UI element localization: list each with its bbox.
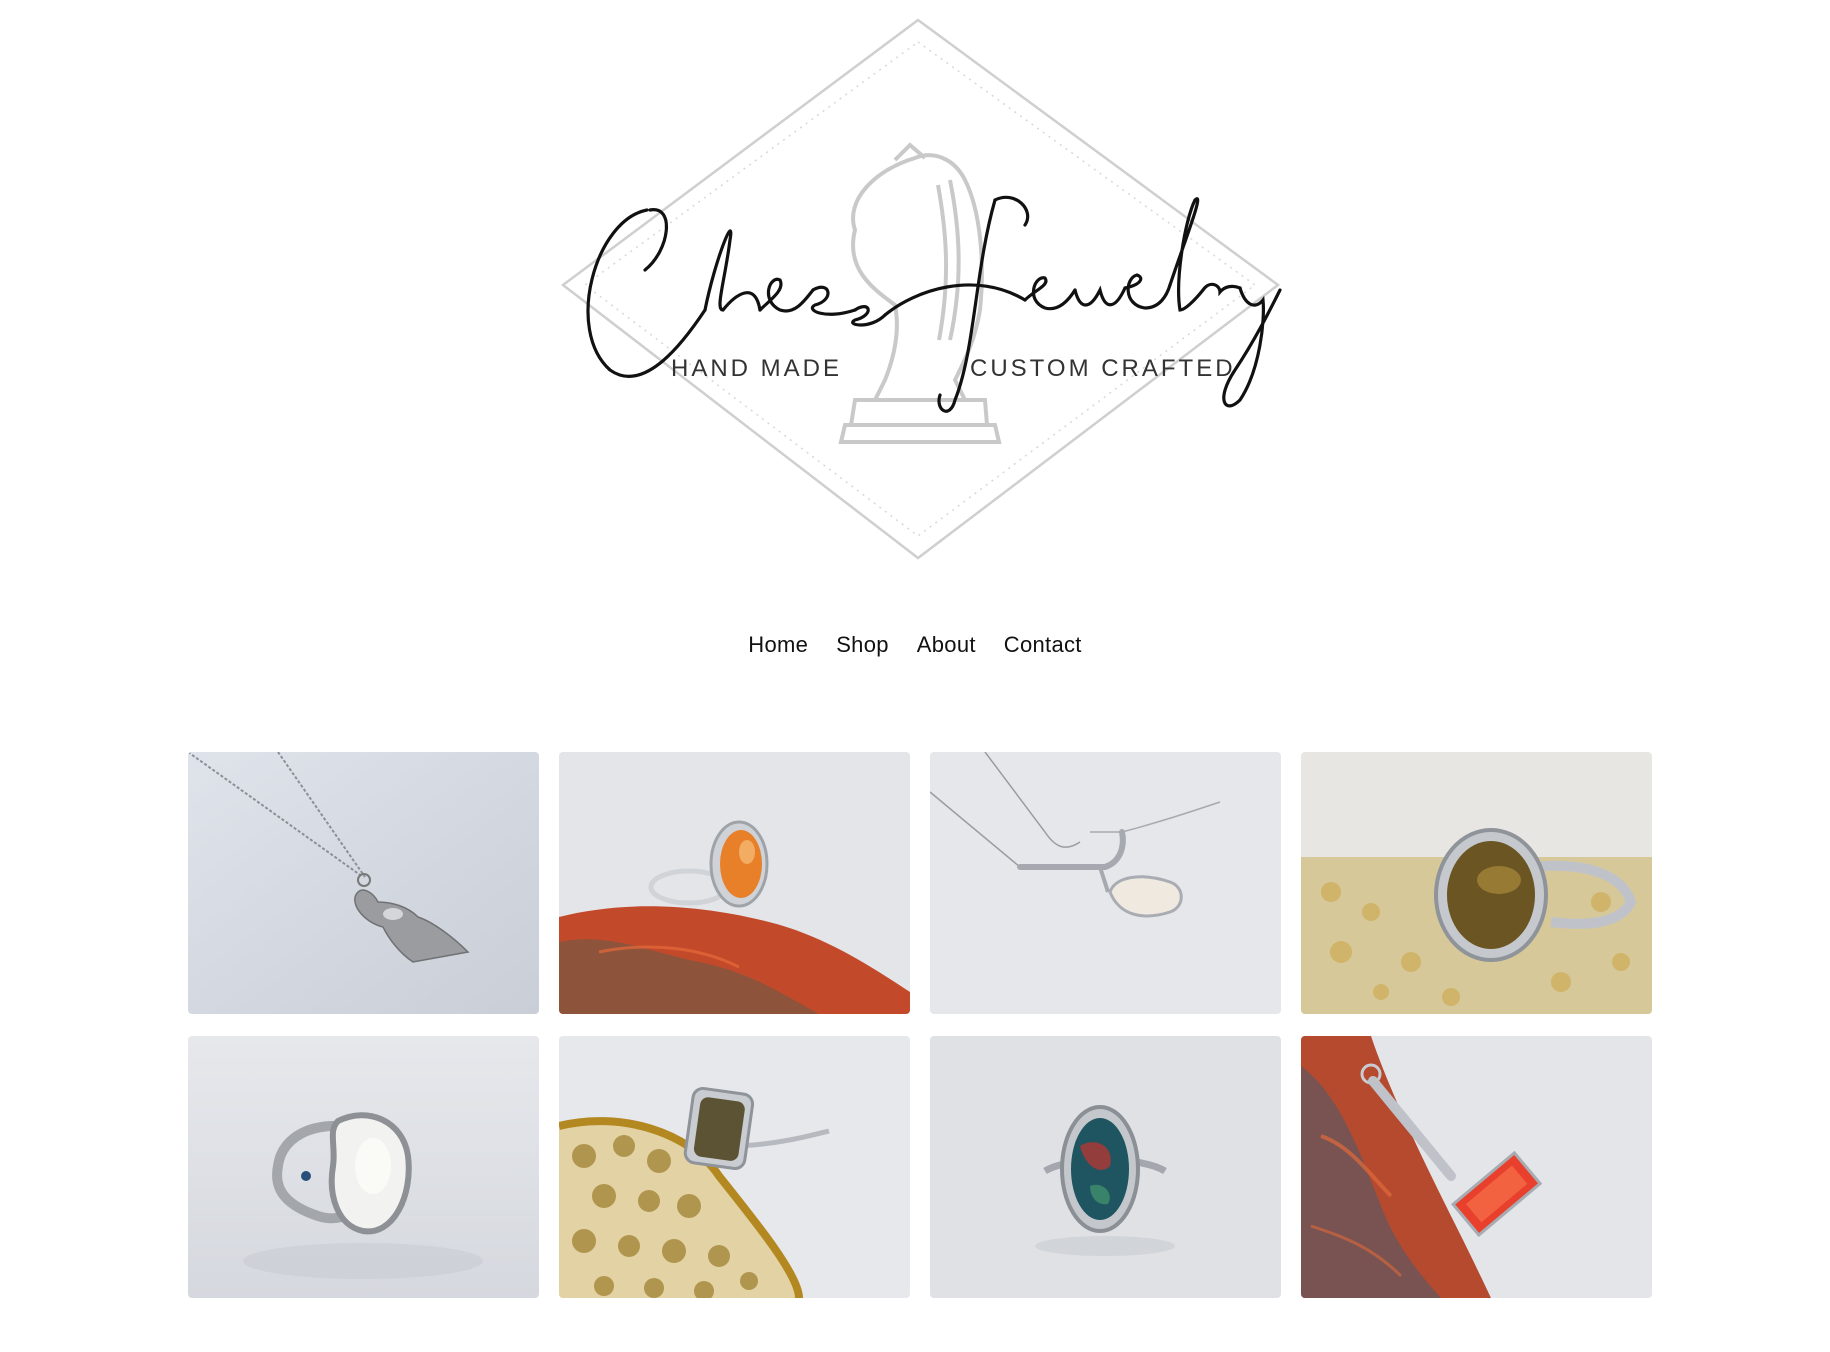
opal-necklace-image bbox=[930, 752, 1281, 1014]
bloodstone-ring-image bbox=[930, 1036, 1281, 1298]
main-navigation: Home Shop About Contact bbox=[0, 632, 1830, 658]
gallery-item-carnelian-ring[interactable] bbox=[559, 752, 910, 1014]
gallery-item-bloodstone-ring[interactable] bbox=[930, 1036, 1281, 1298]
brand-logo[interactable]: HAND MADE CUSTOM CRAFTED bbox=[555, 10, 1285, 570]
nav-shop[interactable]: Shop bbox=[836, 632, 889, 658]
logo-graphic bbox=[560, 18, 1282, 560]
carnelian-ring-image bbox=[559, 752, 910, 1014]
tigers-eye-ring-image bbox=[1301, 752, 1652, 1014]
gallery-item-red-crystal-pendant[interactable] bbox=[1301, 1036, 1652, 1298]
gallery-item-opal-bar-necklace[interactable] bbox=[930, 752, 1281, 1014]
red-crystal-pendant-image bbox=[1301, 1036, 1652, 1298]
tagline-hand-made: HAND MADE bbox=[671, 355, 843, 382]
gallery-item-pawn-pendant[interactable] bbox=[188, 752, 539, 1014]
tagline-custom-crafted: CUSTOM CRAFTED bbox=[970, 355, 1236, 382]
nav-contact[interactable]: Contact bbox=[1004, 632, 1082, 658]
opal-ring-image bbox=[188, 1036, 539, 1298]
gallery-item-opal-ring[interactable] bbox=[188, 1036, 539, 1298]
gallery-item-dark-stone-ring[interactable] bbox=[559, 1036, 910, 1298]
product-gallery bbox=[188, 752, 1654, 1298]
pawn-pendant-image bbox=[188, 752, 539, 1014]
dark-stone-ring-image bbox=[559, 1036, 910, 1298]
nav-about[interactable]: About bbox=[917, 632, 976, 658]
nav-home[interactable]: Home bbox=[748, 632, 808, 658]
gallery-item-tigers-eye-ring[interactable] bbox=[1301, 752, 1652, 1014]
